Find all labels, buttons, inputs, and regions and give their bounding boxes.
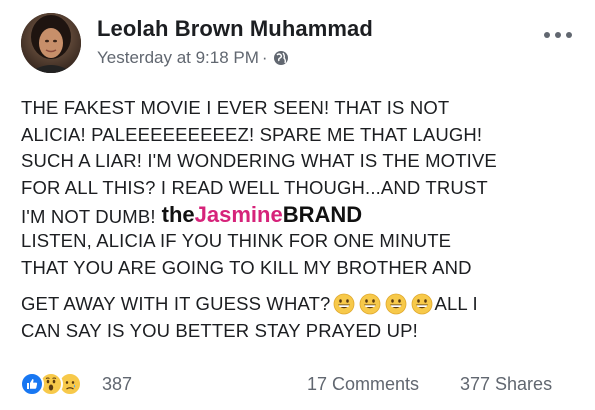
post-text: THE FAKEST MOVIE I EVER SEEN! THAT IS NO… xyxy=(21,95,586,344)
post-line-with-emoji: GET AWAY WITH IT GUESS WHAT? ALL I xyxy=(21,291,586,318)
watermark-logo: theJasmineBRAND xyxy=(162,202,363,229)
post-line: CAN SAY IS YOU BETTER STAY PRAYED UP! xyxy=(21,319,418,341)
post-line-text: I'M NOT DUMB! xyxy=(21,205,156,227)
comments-count[interactable]: 17 Comments xyxy=(307,374,419,395)
watermark-part: BRAND xyxy=(282,201,363,227)
post-meta: Yesterday at 9:18 PM · xyxy=(97,48,289,71)
post-line-text: ALL I xyxy=(434,292,478,314)
post-line-with-watermark: I'M NOT DUMB! theJasmineBRAND xyxy=(21,202,586,229)
post-line: THAT YOU ARE GOING TO KILL MY BROTHER AN… xyxy=(21,257,472,279)
globe-icon[interactable] xyxy=(273,50,289,71)
more-options-icon[interactable] xyxy=(542,27,576,45)
post-line: LISTEN, ALICIA IF YOU THINK FOR ONE MINU… xyxy=(21,230,452,252)
reaction-count[interactable]: 387 xyxy=(102,374,132,395)
post-line: FOR ALL THIS? I READ WELL THOUGH...AND T… xyxy=(21,177,488,199)
post-timestamp[interactable]: Yesterday at 9:18 PM xyxy=(97,48,259,67)
post-line: THE FAKEST MOVIE I EVER SEEN! THAT IS NO… xyxy=(21,97,450,118)
meta-separator: · xyxy=(261,48,268,67)
facebook-post: Leolah Brown Muhammad Yesterday at 9:18 … xyxy=(0,0,595,410)
shares-count[interactable]: 377 Shares xyxy=(460,374,552,395)
post-line: ALICIA! PALEEEEEEEEEZ! SPARE ME THAT LAU… xyxy=(21,123,483,145)
like-icon xyxy=(20,372,44,396)
post-line: SUCH A LIAR! I'M WONDERING WHAT IS THE M… xyxy=(21,150,497,172)
watermark-part: the xyxy=(161,201,195,227)
avatar[interactable] xyxy=(21,13,81,73)
profile-photo xyxy=(21,13,81,73)
post-line-text: GET AWAY WITH IT GUESS WHAT? xyxy=(21,292,331,314)
author-name[interactable]: Leolah Brown Muhammad xyxy=(97,16,373,42)
emoji-row xyxy=(331,293,435,315)
post-footer: 387 17 Comments 377 Shares xyxy=(20,372,580,398)
watermark-part: Jasmine xyxy=(194,201,283,227)
